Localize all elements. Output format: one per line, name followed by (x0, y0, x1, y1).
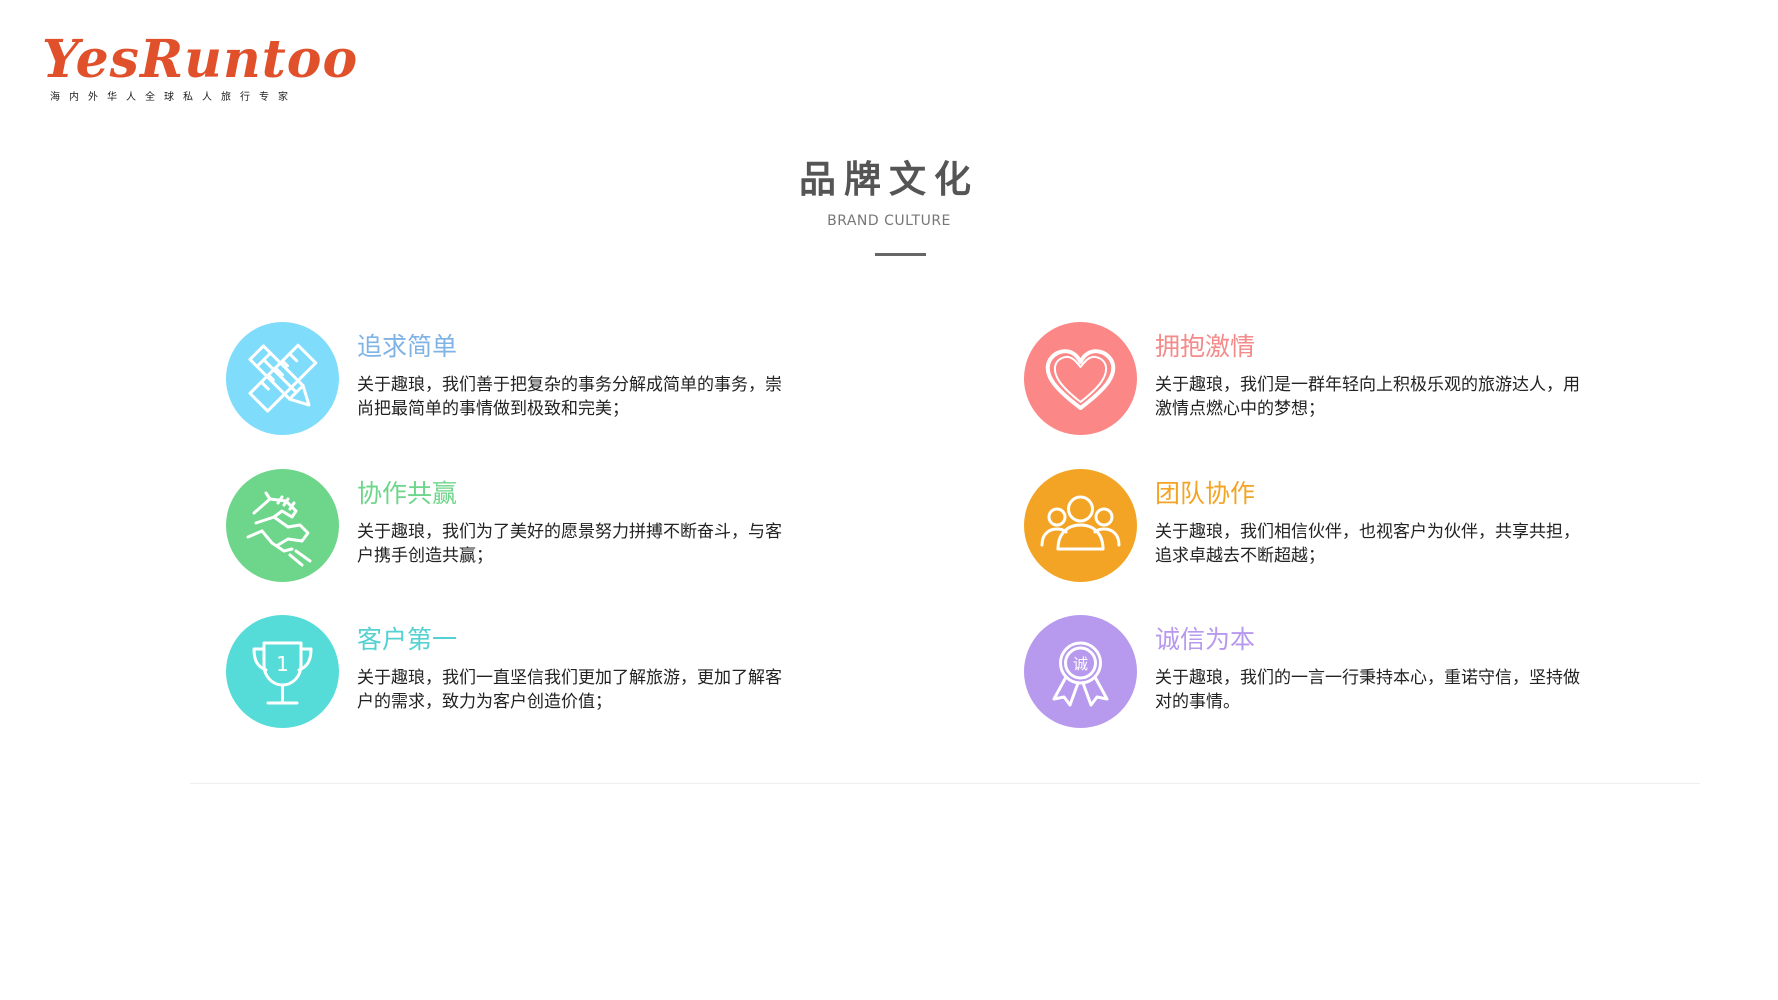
trophy-icon: 1 (252, 641, 313, 705)
section-bottom-divider (190, 783, 1700, 784)
feature-cooperation: 协作共赢 关于趣琅，我们为了美好的愿景努力拼搏不断奋斗，与客户携手创造共赢； (226, 469, 866, 584)
handshake-icon (246, 491, 312, 567)
pencil-ruler-icon (248, 343, 318, 413)
title-divider (875, 253, 926, 256)
section-title: 品牌文化 (799, 158, 979, 201)
heart-icon (1045, 349, 1116, 410)
feature-icon-circle (1024, 322, 1137, 435)
feature-title: 客户第一 (357, 625, 458, 654)
feature-title: 协作共赢 (357, 479, 458, 508)
feature-title: 拥抱激情 (1155, 332, 1256, 361)
feature-title: 诚信为本 (1155, 625, 1256, 654)
feature-description: 关于趣琅，我们相信伙伴，也视客户为伙伴，共享共担，追求卓越去不断超越； (1155, 522, 1580, 566)
feature-icon-circle (226, 322, 339, 435)
feature-title: 团队协作 (1155, 479, 1256, 508)
svg-text:1: 1 (276, 652, 289, 676)
feature-icon-circle (1024, 469, 1137, 582)
feature-icon-circle (226, 469, 339, 582)
feature-description: 关于趣琅，我们是一群年轻向上积极乐观的旅游达人，用激情点燃心中的梦想； (1155, 375, 1580, 419)
logo-tagline: 海内外华人全球私人旅行专家 (50, 92, 297, 103)
team-icon (1040, 495, 1121, 551)
feature-title: 追求简单 (357, 332, 458, 361)
feature-icon-circle: 诚 (1024, 615, 1137, 728)
brand-logo[interactable]: YesRuntoo 海内外华人全球私人旅行专家 (42, 29, 359, 104)
feature-description: 关于趣琅，我们的一言一行秉持本心，重诺守信，坚持做对的事情。 (1155, 668, 1580, 712)
feature-teamwork: 团队协作 关于趣琅，我们相信伙伴，也视客户为伙伴，共享共担，追求卓越去不断超越； (1024, 469, 1664, 584)
feature-description: 关于趣琅，我们善于把复杂的事务分解成简单的事务，崇尚把最简单的事情做到极致和完美… (357, 375, 782, 419)
feature-simplicity: 追求简单 关于趣琅，我们善于把复杂的事务分解成简单的事务，崇尚把最简单的事情做到… (226, 322, 866, 437)
feature-integrity: 诚 诚信为本 关于趣琅，我们的一言一行秉持本心，重诺守信，坚持做对的事情。 (1024, 615, 1664, 730)
feature-description: 关于趣琅，我们为了美好的愿景努力拼搏不断奋斗，与客户携手创造共赢； (357, 522, 782, 566)
logo-wordmark: YesRuntoo (42, 29, 359, 90)
badge-label: 诚 (1073, 655, 1088, 673)
feature-passion: 拥抱激情 关于趣琅，我们是一群年轻向上积极乐观的旅游达人，用激情点燃心中的梦想； (1024, 322, 1664, 437)
feature-icon-circle: 1 (226, 615, 339, 728)
feature-customer-first: 1 客户第一 关于趣琅，我们一直坚信我们更加了解旅游，更加了解客户的需求，致力为… (226, 615, 866, 730)
section-subtitle: BRAND CULTURE (827, 213, 951, 229)
integrity-badge-icon: 诚 (1052, 641, 1109, 707)
feature-description: 关于趣琅，我们一直坚信我们更加了解旅游，更加了解客户的需求，致力为客户创造价值； (357, 668, 782, 712)
